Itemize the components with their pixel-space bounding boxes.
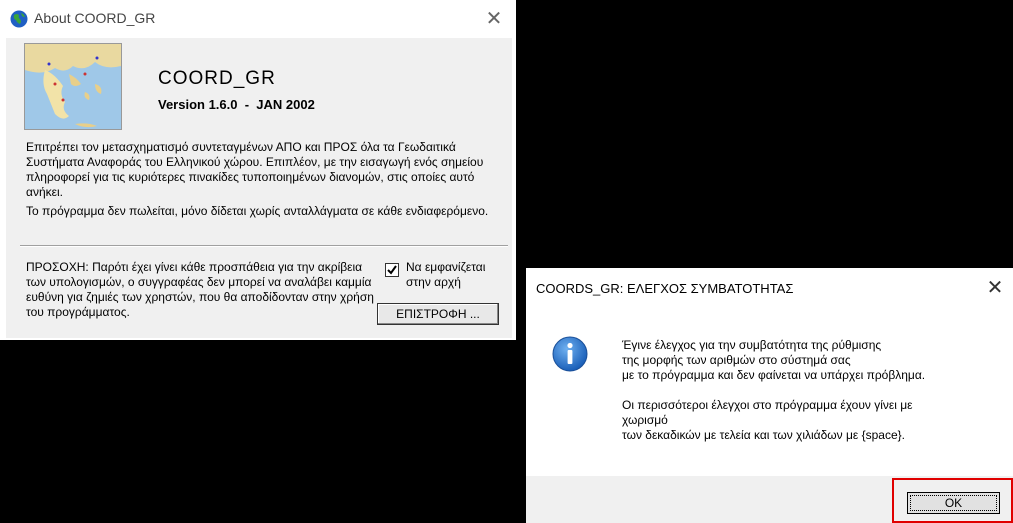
about-body: COORD_GR Version 1.6.0 - JAN 2002 Επιτρέ… xyxy=(6,38,512,338)
ok-button[interactable]: OK xyxy=(907,492,1000,514)
checkmark-icon xyxy=(387,265,397,275)
info-icon xyxy=(552,336,588,372)
message-line: Έγινε έλεγχος για την συμβατότητα της ρύ… xyxy=(622,338,882,352)
about-dialog: About COORD_GR ✕ COORD_GR Version 1.6.0 … xyxy=(0,0,516,340)
back-button[interactable]: ΕΠΙΣΤΡΟΦΗ ... xyxy=(377,303,499,325)
message-line: Οι περισσότεροι έλεγχοι στο πρόγραμμα έχ… xyxy=(622,398,913,412)
app-version: Version 1.6.0 - JAN 2002 xyxy=(158,97,315,112)
compat-title: COORDS_GR: ΕΛΕΓΧΟΣ ΣΥΜΒΑΤΟΤΗΤΑΣ xyxy=(536,281,794,296)
compat-message: Έγινε έλεγχος για την συμβατότητα της ρύ… xyxy=(622,338,1002,443)
compat-content: Έγινε έλεγχος για την συμβατότητα της ρύ… xyxy=(526,304,1013,476)
message-line: με το πρόγραμμα και δεν φαίνεται να υπάρ… xyxy=(622,368,926,382)
compat-dialog: COORDS_GR: ΕΛΕΓΧΟΣ ΣΥΜΒΑΤΟΤΗΤΑΣ ✕ Έγινε … xyxy=(526,268,1013,523)
divider xyxy=(20,245,508,247)
show-at-start-label: Να εμφανίζεται στην αρχή xyxy=(406,260,486,289)
description-paragraph: Το πρόγραμμα δεν πωλείται, μόνο δίδεται … xyxy=(26,204,489,218)
message-line: της μορφής των αριθμών στο σύστημά σας xyxy=(622,353,851,367)
about-title: About COORD_GR xyxy=(34,10,156,26)
message-line: χωρισμό xyxy=(622,413,668,427)
app-description: Επιτρέπει τον μετασχηματισμό συντεταγμέν… xyxy=(26,140,506,223)
show-at-start-checkbox[interactable] xyxy=(385,263,399,277)
warning-text: ΠΡΟΣΟΧΗ: Παρότι έχει γίνει κάθε προσπάθε… xyxy=(26,260,374,319)
about-close-icon[interactable]: ✕ xyxy=(482,7,506,31)
compat-close-icon[interactable]: ✕ xyxy=(983,276,1007,300)
about-titlebar[interactable]: About COORD_GR ✕ xyxy=(0,0,516,38)
compat-titlebar[interactable]: COORDS_GR: ΕΛΕΓΧΟΣ ΣΥΜΒΑΤΟΤΗΤΑΣ ✕ xyxy=(526,268,1013,304)
app-name: COORD_GR xyxy=(158,68,276,89)
message-line: των δεκαδικών με τελεία και των χιλιάδων… xyxy=(622,428,905,442)
greece-map-image xyxy=(24,43,122,130)
globe-icon xyxy=(10,10,28,28)
description-paragraph: Επιτρέπει τον μετασχηματισμό συντεταγμέν… xyxy=(26,140,484,199)
